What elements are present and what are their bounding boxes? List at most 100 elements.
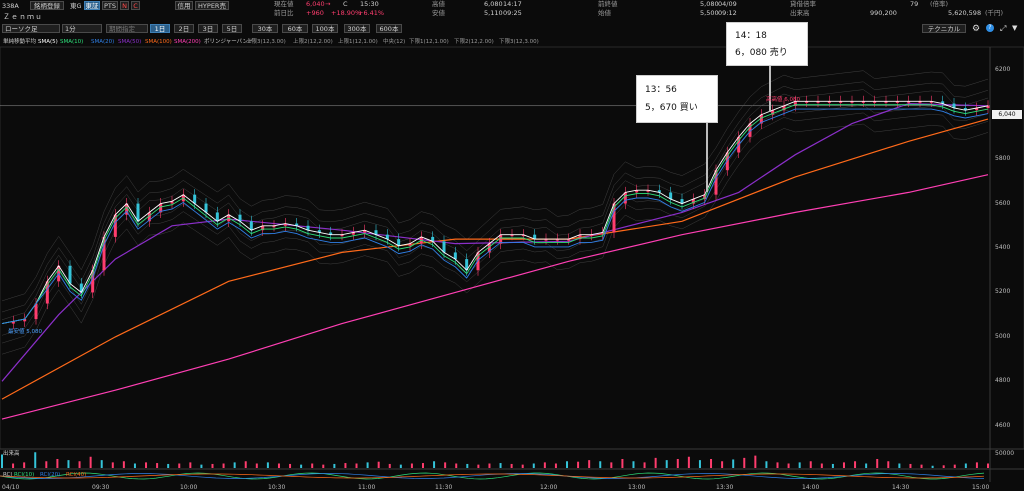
volume-bar — [754, 455, 757, 468]
volume-bar — [133, 463, 136, 468]
buy-callout: 13：56 5，670 買い — [636, 75, 718, 123]
candle-body — [623, 192, 627, 204]
y-tick-label: 5800 — [995, 155, 1011, 163]
chart-panel-border — [0, 46, 1024, 450]
volume-bar — [687, 456, 690, 468]
volume-bar — [455, 463, 458, 468]
volume-bar — [887, 461, 890, 468]
volume-bar — [787, 463, 790, 468]
volume-bar — [610, 462, 613, 468]
volume-bar — [543, 462, 546, 468]
volume-bar — [100, 460, 103, 468]
volume-bar — [377, 461, 380, 468]
bollinger-band-4 — [1, 112, 989, 344]
volume-bar — [987, 463, 989, 468]
volume-bar — [488, 463, 491, 468]
volume-panel-label: 出来高 — [3, 451, 20, 457]
volume-bar — [289, 463, 292, 468]
volume-bar — [167, 463, 170, 468]
volume-bar — [577, 461, 580, 468]
trading-chart-window: { "header": { "symbol_code": "338A", "bt… — [0, 0, 1024, 491]
volume-bar — [355, 463, 358, 468]
y-tick-label: 5600 — [995, 199, 1011, 207]
volume-bar — [621, 459, 624, 468]
price-chart[interactable] — [0, 0, 1024, 490]
sma-line-SMA200 — [1, 174, 989, 420]
volume-bar — [798, 462, 801, 468]
volume-bar — [277, 463, 280, 468]
volume-bar — [266, 462, 269, 468]
volume-bar — [233, 462, 236, 468]
volume-bar — [122, 461, 125, 468]
volume-bar — [67, 460, 70, 468]
volume-bar — [654, 457, 657, 468]
rci10-label: RCI(10) — [14, 472, 35, 478]
volume-bar — [200, 464, 203, 468]
last-price-tag: 6,040 — [992, 110, 1022, 119]
volume-bar — [721, 461, 724, 468]
volume-bar — [322, 464, 325, 468]
volume-bar — [632, 461, 635, 468]
volume-bar — [255, 463, 258, 468]
volume-bar — [599, 461, 602, 468]
volume-bar — [12, 463, 15, 468]
rci-label: RCI — [3, 472, 13, 478]
y-tick-label: 4600 — [995, 421, 1011, 429]
volume-bar — [831, 463, 834, 468]
volume-bar — [145, 462, 148, 468]
volume-bar — [566, 461, 569, 468]
volume-bar — [953, 464, 956, 468]
volume-bar — [211, 463, 214, 468]
candle-body — [136, 203, 140, 222]
y-tick-label: 5400 — [995, 244, 1011, 251]
volume-bar — [78, 461, 81, 468]
volume-bar — [189, 462, 192, 468]
volume-bar — [56, 459, 59, 468]
rci40-label: RCI(40) — [66, 472, 87, 478]
volume-bar — [178, 463, 181, 468]
sma5-line — [1, 100, 989, 325]
volume-bar — [244, 461, 247, 468]
volume-bar — [710, 459, 713, 468]
volume-bar — [410, 463, 413, 468]
volume-bar — [388, 463, 391, 468]
buy-text: 5，670 買い — [645, 103, 698, 113]
volume-bar — [765, 461, 768, 468]
volume-bar — [222, 463, 225, 468]
volume-bar — [156, 463, 159, 468]
volume-bar — [898, 463, 901, 468]
bollinger-band-0 — [1, 70, 989, 302]
volume-bar — [964, 463, 967, 468]
volume-bar — [89, 456, 92, 468]
volume-bar — [532, 463, 535, 468]
volume-bar — [466, 463, 469, 468]
volume-bar — [698, 460, 701, 468]
volume-bar — [920, 464, 923, 468]
volume-bar — [665, 460, 668, 468]
volume-bar — [444, 462, 447, 468]
volume-bar — [499, 463, 502, 468]
volume-bar — [776, 462, 779, 468]
volume-bar — [975, 462, 978, 468]
volume-bar — [45, 461, 48, 468]
volume-bar — [399, 464, 402, 468]
volume-bar — [421, 463, 424, 468]
y-tick-label: 5200 — [995, 288, 1011, 296]
volume-bar — [942, 465, 945, 468]
volume-bar — [676, 459, 679, 468]
volume-bar — [477, 464, 480, 468]
volume-bar — [433, 461, 436, 468]
candle-body — [34, 303, 38, 320]
bollinger-band-1 — [1, 81, 989, 313]
sell-callout: 14：18 6，080 売り — [726, 22, 808, 66]
volume-bar — [366, 462, 369, 468]
volume-bar — [333, 463, 336, 468]
volume-bar — [300, 464, 303, 468]
volume-bar — [865, 463, 868, 468]
y-tick-label: 4800 — [995, 377, 1011, 385]
y-tick-label: 5000 — [995, 332, 1011, 340]
volume-bar — [809, 461, 812, 468]
volume-scale-top: 50000 — [995, 450, 1015, 457]
volume-bar — [820, 463, 823, 468]
volume-bar — [931, 465, 934, 468]
